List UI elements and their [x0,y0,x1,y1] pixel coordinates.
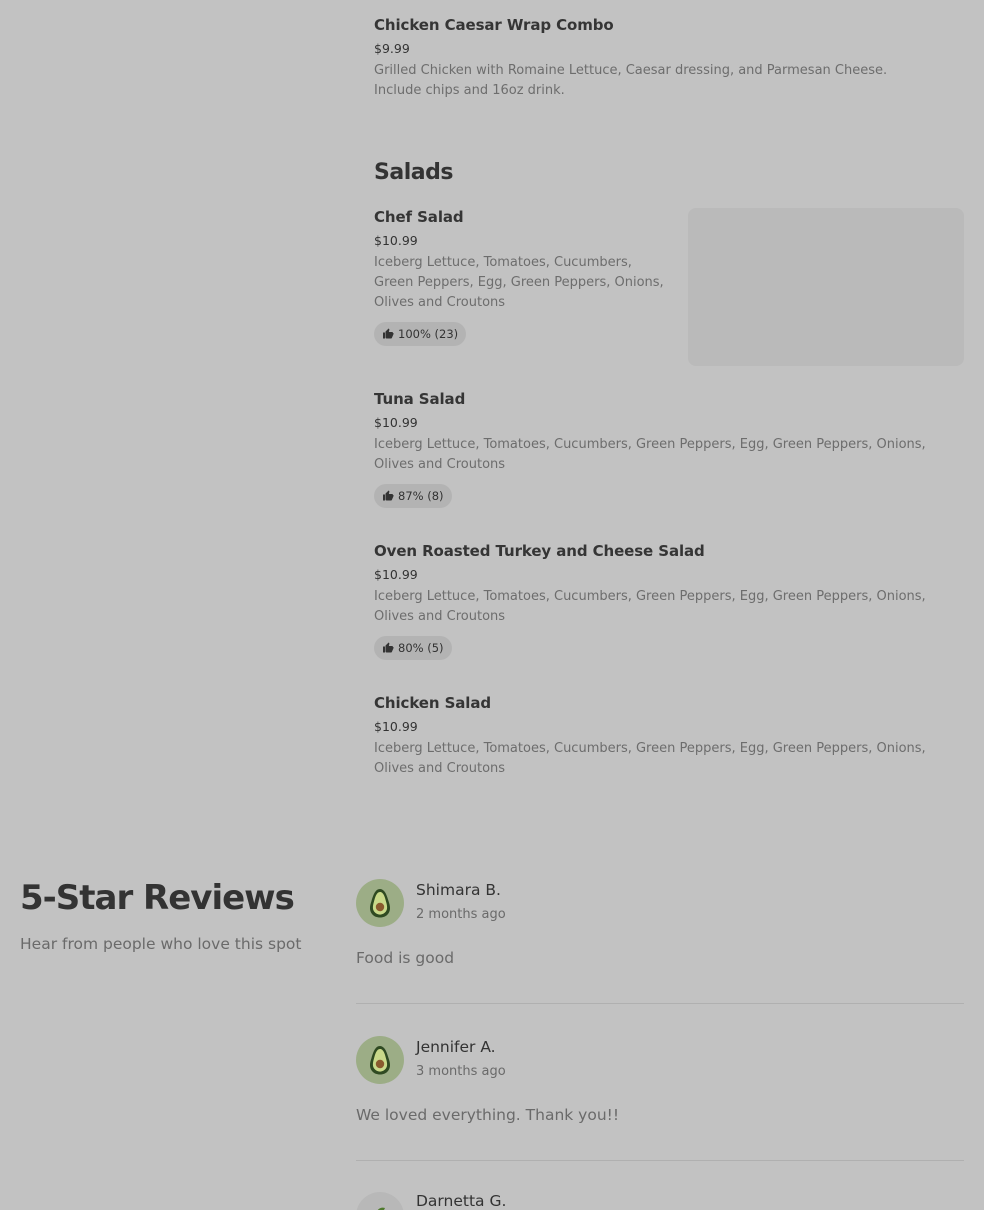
item-description: Grilled Chicken with Romaine Lettuce, Ca… [374,63,888,98]
eggplant-icon [377,1207,385,1210]
divider [356,1160,964,1161]
item-name: Tuna Salad [374,390,466,408]
thumbs-up-icon [383,642,394,653]
rating-badge: 87% (8) [374,484,452,508]
menu-item-chicken-salad[interactable]: Chicken Salad $10.99 Iceberg Lettuce, To… [374,694,958,779]
review-text: Food is good [356,949,455,967]
reviewer-name: Jennifer A. [416,1038,496,1056]
avocado-icon [369,1046,391,1075]
avatar [356,1192,404,1210]
reviewer-name: Darnetta G. [416,1192,507,1210]
rating-badge: 100% (23) [374,322,467,346]
item-name: Oven Roasted Turkey and Cheese Salad [374,542,705,560]
item-price: $10.99 [374,719,418,734]
menu-item-chef-salad[interactable]: Chef Salad $10.99 Iceberg Lettuce, Tomat… [374,208,674,346]
item-price: $10.99 [374,567,418,582]
review-card: Jennifer A. 3 months ago We loved everyt… [356,1036,964,1136]
section-title-salads: Salads [374,160,453,185]
rating-text: 100% (23) [398,327,459,341]
menu-item-oven-roasted-turkey-salad[interactable]: Oven Roasted Turkey and Cheese Salad $10… [374,542,958,660]
item-price: $9.99 [374,41,410,56]
avatar [356,879,404,927]
thumbs-up-icon [383,328,394,339]
item-name: Chicken Salad [374,694,491,712]
review-card: Darnetta G. [356,1192,964,1210]
review-date: 2 months ago [416,907,506,922]
review-text: We loved everything. Thank you!! [356,1106,620,1124]
rating-badge: 80% (5) [374,636,452,660]
reviews-subtitle: Hear from people who love this spot [20,935,302,953]
menu-item-tuna-salad[interactable]: Tuna Salad $10.99 Iceberg Lettuce, Tomat… [374,390,958,508]
item-description: Iceberg Lettuce, Tomatoes, Cucumbers, Gr… [374,741,926,776]
item-price: $10.99 [374,415,418,430]
rating-text: 87% (8) [398,489,444,503]
item-name: Chicken Caesar Wrap Combo [374,16,614,34]
reviews-title: 5-Star Reviews [20,878,295,918]
avatar [356,1036,404,1084]
menu-item-chicken-caesar-wrap[interactable]: Chicken Caesar Wrap Combo $9.99 Grilled … [374,16,894,101]
chef-salad-image[interactable] [688,208,964,366]
item-price: $10.99 [374,233,418,248]
item-description: Iceberg Lettuce, Tomatoes, Cucumbers, Gr… [374,255,664,310]
item-description: Iceberg Lettuce, Tomatoes, Cucumbers, Gr… [374,437,926,472]
avocado-icon [369,889,391,918]
review-card: Shimara B. 2 months ago Food is good [356,879,964,979]
thumbs-up-icon [383,490,394,501]
item-description: Iceberg Lettuce, Tomatoes, Cucumbers, Gr… [374,589,926,624]
item-name: Chef Salad [374,208,464,226]
reviewer-name: Shimara B. [416,881,501,899]
review-date: 3 months ago [416,1064,506,1079]
divider [356,1003,964,1004]
rating-text: 80% (5) [398,641,444,655]
